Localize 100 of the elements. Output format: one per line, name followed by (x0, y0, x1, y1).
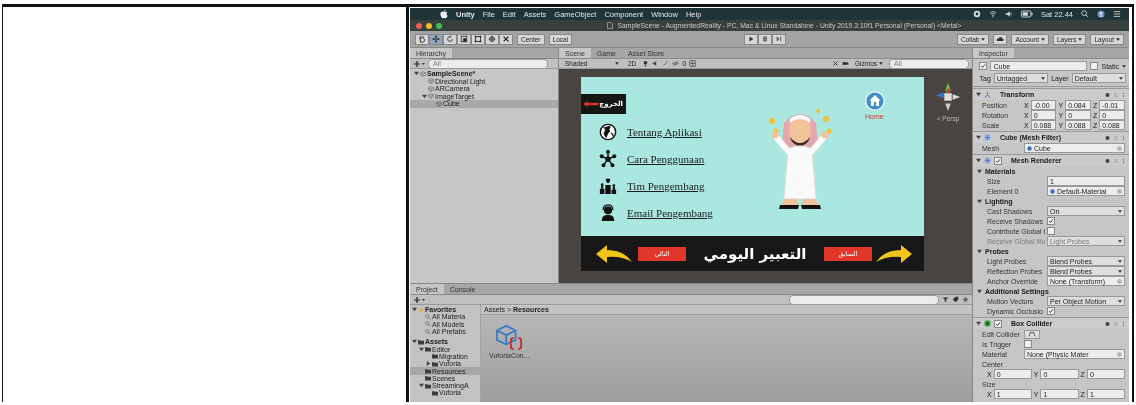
config-asset-icon[interactable] (495, 323, 524, 351)
edit-collider-button[interactable] (1024, 329, 1040, 339)
zoom-button[interactable] (436, 22, 442, 29)
play-button[interactable] (743, 33, 758, 45)
arrow-left-icon (583, 100, 600, 108)
plus-icon (413, 59, 425, 68)
collapse-arrow-icon[interactable] (426, 361, 431, 367)
step-button[interactable] (771, 33, 786, 45)
checkbox[interactable] (979, 62, 988, 70)
help-icon[interactable] (1105, 157, 1110, 164)
target-icon (1117, 278, 1122, 284)
expand-arrow-icon[interactable] (977, 198, 982, 204)
volume-icon[interactable] (1004, 10, 1013, 18)
light-bulb-icon[interactable] (642, 60, 650, 67)
caret-icon (1078, 37, 1083, 41)
expand-arrow-icon[interactable] (976, 321, 981, 326)
asset-icon (1050, 188, 1055, 194)
menu-link[interactable]: Tentang Aplikasi (627, 125, 702, 138)
list-icon[interactable] (1113, 10, 1121, 18)
caret-icon (1040, 37, 1045, 41)
cloud-icon (996, 35, 1005, 43)
caret-icon (981, 37, 986, 41)
move-icon (432, 35, 440, 43)
tool-button[interactable] (471, 33, 485, 45)
star-icon (418, 306, 424, 313)
grid-icon[interactable] (689, 60, 697, 67)
target-icon (1117, 145, 1122, 151)
caret-icon (1118, 299, 1122, 303)
menu-link[interactable]: Email Pengembang (627, 206, 713, 219)
checkbox[interactable] (1047, 227, 1055, 235)
expand-arrow-icon[interactable] (422, 93, 427, 99)
tool-button[interactable] (499, 33, 513, 45)
tool-button[interactable] (457, 33, 471, 45)
expand-arrow-icon[interactable] (976, 92, 981, 97)
minimize-button[interactable] (426, 22, 432, 29)
caret-icon (1118, 209, 1122, 213)
globe-icon (599, 122, 617, 141)
checkbox[interactable] (994, 156, 1002, 165)
star-icon[interactable] (962, 296, 969, 303)
tool-button[interactable] (429, 33, 443, 45)
caret-icon (1118, 259, 1122, 263)
tool-button[interactable] (415, 33, 429, 45)
camera-icon[interactable] (841, 60, 849, 67)
home-button[interactable] (865, 91, 885, 111)
plus-icon (413, 295, 425, 304)
add-button[interactable] (413, 59, 425, 68)
target-icon (1117, 188, 1122, 194)
checkbox[interactable] (1090, 62, 1099, 70)
arrow-left-icon[interactable] (596, 244, 632, 263)
scene-gizmo-drawing[interactable] (934, 81, 962, 113)
expand-arrow-icon[interactable] (412, 307, 417, 313)
hand-icon (418, 35, 426, 43)
grid-icon (984, 134, 991, 141)
checkbox[interactable] (1047, 307, 1055, 315)
rotate-icon (446, 35, 454, 43)
network-icon (599, 149, 617, 168)
grid-icon (984, 157, 991, 164)
menu-link[interactable]: Cara Penggunaan (627, 152, 705, 165)
tools-icon (502, 35, 510, 43)
target-icon (1117, 351, 1122, 357)
tools-icon[interactable] (831, 60, 839, 67)
transform-icon (488, 35, 496, 43)
expand-arrow-icon[interactable] (976, 135, 981, 140)
expand-arrow-icon[interactable] (414, 71, 419, 77)
pause-button[interactable] (757, 33, 772, 45)
help-icon[interactable] (1105, 134, 1110, 141)
axes-icon (984, 91, 991, 98)
scale-icon (460, 35, 468, 43)
help-icon[interactable] (1105, 91, 1110, 98)
help-icon[interactable] (1105, 320, 1110, 327)
bounds-icon (1028, 331, 1036, 337)
caret-icon (879, 62, 883, 65)
record-icon[interactable] (972, 10, 981, 18)
caret-icon (1118, 269, 1122, 273)
checkbox[interactable] (1024, 340, 1032, 348)
arrow-right-icon[interactable] (876, 244, 912, 263)
search-icon[interactable] (1081, 10, 1089, 18)
expand-arrow-icon[interactable] (977, 248, 982, 254)
close-button[interactable] (416, 22, 422, 29)
podium-icon (599, 176, 617, 195)
apple-icon[interactable] (440, 9, 448, 19)
battery-icon[interactable] (1020, 10, 1033, 18)
caret-icon (1041, 76, 1046, 80)
page-title: التعبير اليومي (702, 244, 808, 263)
expand-arrow-icon[interactable] (977, 288, 982, 294)
support-agent-icon (599, 203, 617, 222)
checkbox[interactable] (994, 319, 1002, 328)
cube-icon (436, 100, 442, 107)
asset-icon (1027, 145, 1032, 151)
cloud-button[interactable] (993, 33, 1008, 45)
home-icon (865, 91, 885, 111)
add-button[interactable] (413, 295, 425, 304)
tool-button[interactable] (485, 33, 499, 45)
user-avatar-icon[interactable] (1097, 10, 1105, 18)
wifi-icon[interactable] (988, 10, 997, 18)
checkbox[interactable] (1047, 217, 1055, 225)
menu-link[interactable]: Tim Pengembang (627, 179, 705, 192)
search-field[interactable] (789, 294, 939, 305)
play-icon (746, 35, 755, 43)
expand-arrow-icon[interactable] (419, 383, 424, 389)
